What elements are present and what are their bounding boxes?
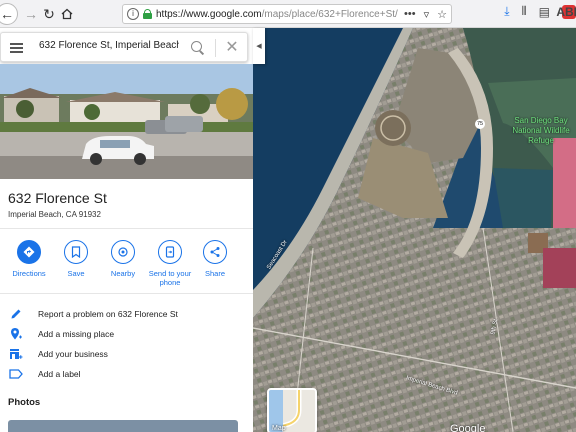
place-title: 632 Florence St — [8, 190, 107, 206]
send-to-phone-label: Send to your phone — [148, 269, 192, 287]
page-actions-button[interactable]: ••• — [404, 8, 416, 21]
add-place-icon — [11, 328, 22, 340]
photo-thumbnail[interactable] — [8, 420, 238, 432]
add-missing-place-label: Add a missing place — [38, 329, 115, 339]
back-button[interactable]: ← — [0, 3, 18, 25]
directions-icon — [23, 246, 35, 258]
url-path: /maps/place/632+Florence+St — [261, 8, 396, 20]
search-icon[interactable] — [190, 40, 206, 56]
refuge-map-label: San Diego Bay National Wildlife Refuge — [512, 116, 570, 145]
photos-heading: Photos — [8, 397, 41, 408]
share-button[interactable]: Share — [190, 240, 240, 278]
satellite-map[interactable]: San Diego Bay National Wildlife Refuge 7… — [253, 28, 576, 432]
home-button[interactable] — [56, 3, 78, 25]
add-label-item[interactable]: Add a label — [8, 366, 248, 382]
save-label: Save — [67, 269, 85, 278]
browser-toolbar: ← → ↻ i https://www.google.com/maps/plac… — [0, 0, 576, 28]
url-prefix: https://www.google.com — [156, 8, 262, 20]
library-icon[interactable]: ⫴ — [522, 4, 527, 19]
divider — [0, 228, 253, 229]
add-missing-place-item[interactable]: Add a missing place — [8, 326, 248, 342]
place-panel: 632 Florence St, Imperial Beach, C ✕ — [0, 28, 253, 432]
lock-icon — [143, 9, 152, 19]
search-input[interactable]: 632 Florence St, Imperial Beach, C — [39, 40, 179, 56]
share-icon — [210, 247, 220, 257]
add-business-item[interactable]: Add your business — [8, 346, 248, 362]
bookmark-icon — [71, 246, 81, 258]
collapse-panel-button[interactable]: ◀ — [253, 28, 265, 64]
url-tail: / — [395, 8, 398, 20]
add-business-icon — [10, 349, 23, 359]
pocket-icon[interactable]: ▿ — [424, 8, 430, 21]
menu-icon[interactable] — [10, 43, 23, 53]
bookmark-star-icon[interactable]: ☆ — [437, 8, 447, 21]
pencil-icon — [11, 309, 21, 319]
home-icon — [61, 8, 73, 20]
directions-button[interactable]: Directions — [4, 240, 54, 278]
adblock-icon[interactable]: ABP — [556, 4, 576, 19]
add-label-label: Add a label — [38, 369, 81, 379]
add-business-label: Add your business — [38, 349, 108, 359]
info-icon[interactable]: i — [127, 8, 139, 20]
label-icon — [9, 369, 23, 379]
route-shield: 75 — [475, 119, 485, 129]
place-address: Imperial Beach, CA 91932 — [8, 210, 101, 219]
nearby-button[interactable]: Nearby — [98, 240, 148, 278]
directions-label: Directions — [12, 269, 46, 278]
search-divider — [215, 39, 216, 57]
map-type-label: Map — [272, 425, 286, 432]
street-view-image[interactable] — [0, 64, 253, 179]
google-logo: Google — [450, 423, 486, 432]
nearby-label: Nearby — [110, 269, 136, 278]
save-button[interactable]: Save — [51, 240, 101, 278]
share-label: Share — [204, 269, 225, 278]
downloads-icon[interactable]: ⤓ — [504, 4, 509, 19]
report-problem-label: Report a problem on 632 Florence St — [38, 309, 178, 319]
divider — [0, 293, 253, 294]
sidebar-icon[interactable]: ▤ — [539, 5, 550, 19]
search-box: 632 Florence St, Imperial Beach, C ✕ — [0, 32, 248, 62]
send-to-phone-button[interactable]: Send to your phone — [145, 240, 195, 287]
report-problem-item[interactable]: Report a problem on 632 Florence St — [8, 306, 248, 322]
close-icon[interactable]: ✕ — [223, 39, 241, 57]
address-bar[interactable]: i https://www.google.com/maps/place/632+… — [122, 4, 452, 24]
nearby-icon — [118, 247, 128, 257]
send-to-phone-icon — [165, 246, 175, 258]
map-type-toggle[interactable]: Map — [267, 388, 317, 432]
